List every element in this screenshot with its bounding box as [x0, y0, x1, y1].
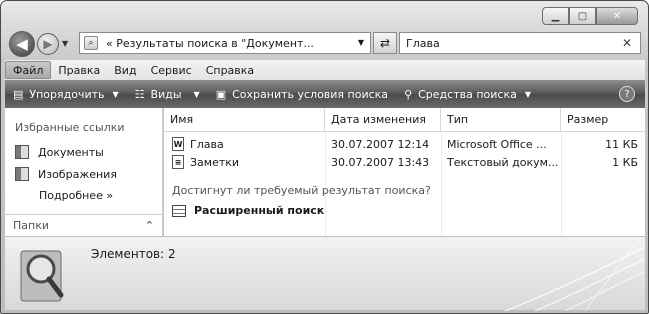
favorite-documents-label: Документы [38, 145, 104, 159]
search-folder-icon: ⌕ [84, 36, 98, 50]
arrow-left-icon: ◀ [16, 35, 28, 53]
file-date: 30.07.2007 13:43 [331, 156, 430, 169]
details-pane: Элементов: 2 [5, 236, 645, 311]
views-button[interactable]: ☷ Виды ▼ [127, 80, 208, 108]
address-text: « Результаты поиска в "Документ... [106, 36, 314, 50]
column-type[interactable]: Тип [441, 108, 561, 132]
magnifier-icon: ⚲ [404, 87, 413, 101]
file-size: 1 КБ [612, 156, 638, 169]
favorite-links-title: Избранные ссылки [15, 121, 125, 134]
views-label: Виды [150, 87, 182, 101]
refresh-button[interactable]: ⇄ [373, 32, 397, 54]
item-count: Элементов: 2 [91, 247, 176, 261]
search-tools-button[interactable]: ⚲ Средства поиска ▼ [396, 80, 539, 108]
help-icon: ? [624, 88, 630, 100]
navigation-pane: Избранные ссылки Документы Изображения П… [5, 108, 163, 236]
chevron-down-icon: ▼ [524, 89, 531, 99]
refresh-icon: ⇄ [379, 36, 391, 50]
column-size[interactable]: Размер [561, 108, 645, 132]
organize-button[interactable]: ▤ Упорядочить ▼ [5, 80, 127, 108]
minimize-button[interactable]: ▁ [542, 7, 569, 25]
menu-tools-label: Сервис [150, 63, 192, 77]
back-button[interactable]: ◀ [9, 31, 35, 57]
column-size-label: Размер [567, 113, 609, 126]
table-row[interactable]: W Глава 30.07.2007 12:14 Microsoft Offic… [164, 136, 645, 154]
favorite-pictures-label: Изображения [38, 167, 117, 181]
file-size: 11 КБ [605, 138, 638, 151]
views-icon: ☷ [134, 87, 145, 101]
search-box[interactable]: Глава ✕ [399, 32, 641, 54]
menu-view[interactable]: Вид [107, 61, 143, 79]
help-button[interactable]: ? [619, 86, 635, 102]
forward-button[interactable]: ▶ [37, 33, 59, 55]
documents-icon [15, 145, 29, 159]
file-name: Заметки [190, 156, 240, 169]
advanced-search-label: Расширенный поиск [194, 204, 325, 217]
word-doc-icon: W [172, 137, 184, 151]
menu-file-label: Файл [13, 63, 44, 77]
advanced-search-icon [172, 204, 186, 217]
folders-toggle[interactable]: Папки ⌃ [5, 214, 162, 236]
arrow-right-icon: ▶ [43, 37, 53, 51]
address-bar[interactable]: ⌕ « Результаты поиска в "Документ... ▼ [79, 32, 371, 54]
file-type: Текстовый докум... [447, 156, 559, 169]
menu-bar: Файл Правка Вид Сервис Справка [5, 60, 645, 80]
chevron-down-icon: ▼ [112, 89, 119, 99]
chevron-down-icon: ▼ [193, 89, 200, 99]
favorite-pictures[interactable]: Изображения [15, 167, 117, 181]
pictures-icon [15, 167, 29, 181]
column-date[interactable]: Дата изменения [325, 108, 441, 132]
column-type-label: Тип [447, 113, 469, 126]
menu-help[interactable]: Справка [199, 61, 261, 79]
menu-view-label: Вид [114, 63, 137, 77]
column-name[interactable]: Имя [164, 108, 325, 132]
column-name-label: Имя [170, 113, 194, 126]
menu-edit[interactable]: Правка [51, 61, 107, 79]
text-doc-icon: ≡ [172, 155, 184, 169]
save-icon: ▣ [215, 87, 227, 101]
explorer-window: ▁ ▢ ✕ ◀ ▶ ▼ ⌕ « Результаты поиска в "Док… [0, 0, 649, 314]
maximize-button[interactable]: ▢ [569, 7, 596, 25]
clear-search-icon[interactable]: ✕ [622, 36, 632, 50]
search-folder-large-icon [20, 250, 64, 302]
file-name: Глава [190, 138, 224, 151]
menu-edit-label: Правка [58, 63, 101, 77]
menu-tools[interactable]: Сервис [144, 61, 199, 79]
file-type: Microsoft Office ... [447, 138, 547, 151]
search-result-question: Достигнут ли требуемый результат поиска? [172, 184, 431, 197]
recent-pages-dropdown[interactable]: ▼ [62, 39, 68, 48]
caption-buttons: ▁ ▢ ✕ [542, 7, 638, 25]
decorative-swoosh [504, 237, 645, 311]
save-search-label: Сохранить условия поиска [232, 87, 389, 101]
chevron-up-icon: ⌃ [144, 219, 154, 232]
advanced-search-link[interactable]: Расширенный поиск [172, 204, 324, 217]
organize-label: Упорядочить [29, 87, 105, 101]
close-button[interactable]: ✕ [596, 7, 638, 25]
table-row[interactable]: ≡ Заметки 30.07.2007 13:43 Текстовый док… [164, 154, 645, 172]
file-date: 30.07.2007 12:14 [331, 138, 430, 151]
menu-file[interactable]: Файл [5, 61, 52, 79]
more-links[interactable]: Подробнее » [39, 189, 113, 202]
column-date-label: Дата изменения [331, 113, 426, 126]
save-search-button[interactable]: ▣ Сохранить условия поиска [208, 80, 396, 108]
file-list: ▲ Имя Дата изменения Тип Размер W Глава … [164, 107, 645, 236]
folders-label: Папки [13, 219, 49, 232]
menu-help-label: Справка [205, 63, 255, 77]
organize-icon: ▤ [13, 87, 24, 101]
address-dropdown-icon[interactable]: ▼ [358, 38, 364, 47]
favorite-documents[interactable]: Документы [15, 145, 104, 159]
search-input[interactable]: Глава [406, 37, 440, 50]
command-bar: ▤ Упорядочить ▼ ☷ Виды ▼ ▣ Сохранить усл… [5, 80, 645, 108]
search-tools-label: Средства поиска [418, 87, 517, 101]
